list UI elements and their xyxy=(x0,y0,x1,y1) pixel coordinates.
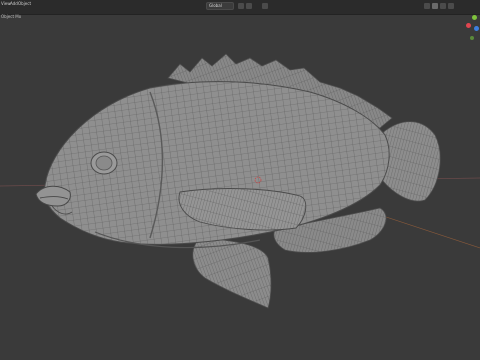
scene-canvas[interactable] xyxy=(0,0,480,360)
gizmo-z-axis-icon[interactable] xyxy=(474,26,479,31)
gizmo-y-axis-icon[interactable] xyxy=(472,15,477,20)
mode-selector[interactable]: Object Mo xyxy=(0,14,34,20)
axis-line xyxy=(379,214,480,249)
pelvic-fin xyxy=(192,237,272,309)
navigation-gizmo[interactable] xyxy=(454,14,480,46)
transform-orientation-label: Global xyxy=(209,3,222,8)
proportional-edit-icon[interactable] xyxy=(262,3,268,9)
mode-label: Object Mo xyxy=(1,14,22,19)
solid-icon[interactable] xyxy=(432,3,438,9)
rendered-icon[interactable] xyxy=(448,3,454,9)
fish-eye xyxy=(90,151,118,175)
pivot-icon[interactable] xyxy=(238,3,244,9)
wireframe-icon[interactable] xyxy=(424,3,430,9)
menu-object[interactable]: Object xyxy=(17,1,32,7)
gizmo-neg-axis-icon[interactable] xyxy=(470,36,474,40)
transform-orientation-dropdown[interactable]: Global xyxy=(206,2,234,10)
material-icon[interactable] xyxy=(440,3,446,9)
gizmo-x-axis-icon[interactable] xyxy=(466,23,471,28)
viewport-header: View Add Object Global xyxy=(0,0,480,15)
snap-icon[interactable] xyxy=(246,3,252,9)
3d-viewport[interactable]: View Add Object Global Object Mo xyxy=(0,0,480,360)
